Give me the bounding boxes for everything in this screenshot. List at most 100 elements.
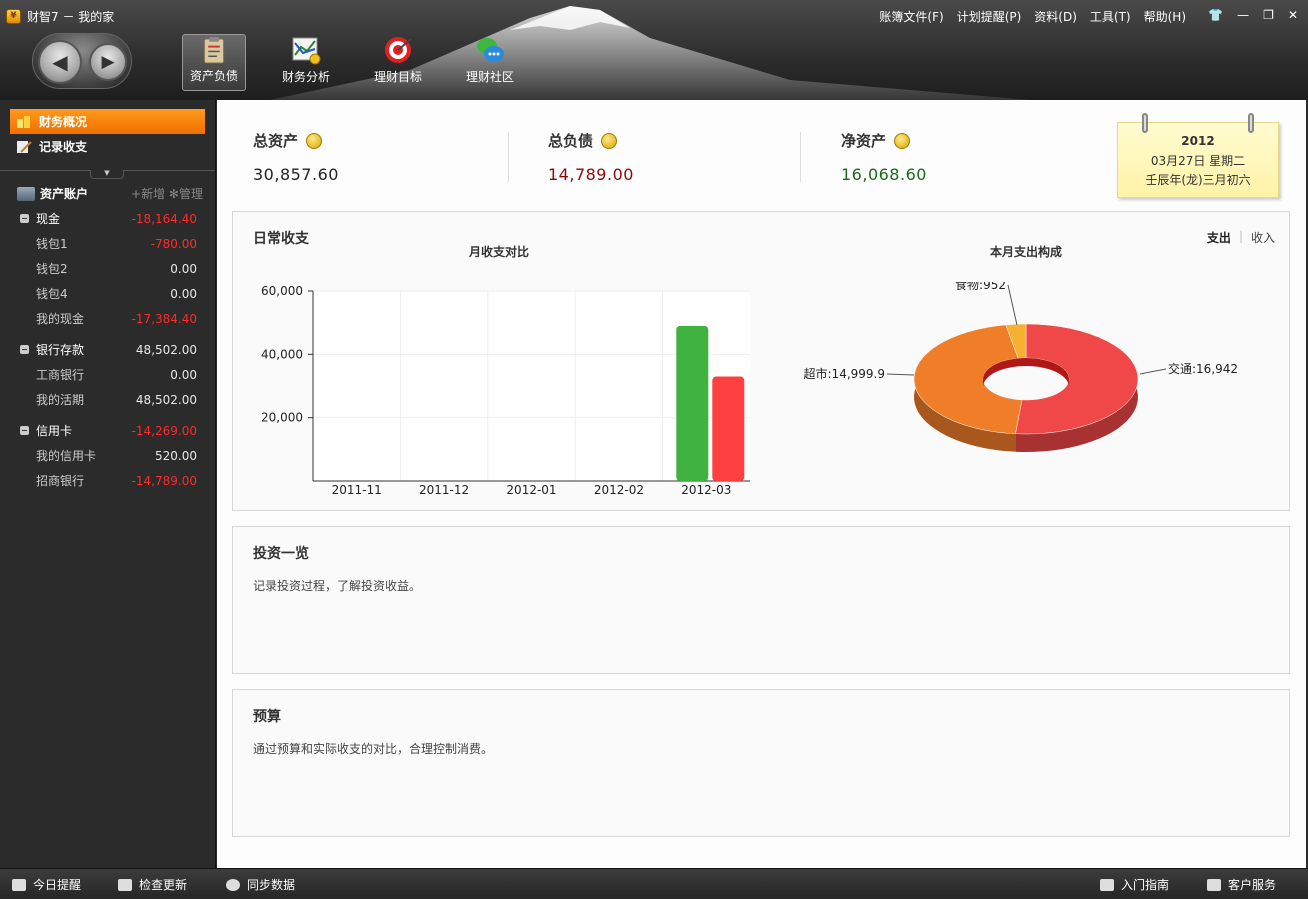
coins-icon bbox=[17, 115, 30, 128]
account-value: 0.00 bbox=[170, 261, 197, 276]
leader-line bbox=[1139, 368, 1167, 375]
status-label: 入门指南 bbox=[1121, 878, 1170, 892]
total-assets-value: 30,857.60 bbox=[253, 165, 339, 184]
net-assets: 净资产 16,068.60 bbox=[841, 130, 927, 184]
manage-accounts-button[interactable]: 管理 bbox=[179, 187, 203, 201]
net-assets-value: 16,068.60 bbox=[841, 165, 927, 184]
bar bbox=[676, 325, 709, 481]
bar bbox=[712, 376, 745, 481]
expense-income-tabs: 支出 | 收入 bbox=[1207, 229, 1275, 246]
nav-financial-overview[interactable]: 财务概况 bbox=[10, 109, 205, 134]
account-row[interactable]: 钱包2 0.00 bbox=[0, 256, 215, 281]
net-assets-label-row: 净资产 bbox=[841, 130, 927, 151]
tab-expense[interactable]: 支出 bbox=[1207, 229, 1231, 246]
status-label: 今日提醒 bbox=[33, 878, 82, 892]
window-controls: 👕 — ❐ ✕ bbox=[1208, 8, 1298, 22]
summary-bar: 总资产 30,857.60 总负债 14,789.00 净资产 16,068.6… bbox=[217, 100, 1306, 205]
skin-icon[interactable]: 👕 bbox=[1208, 8, 1223, 22]
account-group-row[interactable]: 银行存款 48,502.00 bbox=[0, 337, 215, 362]
collapse-toggle[interactable]: ▼ bbox=[90, 170, 124, 179]
account-group-credit: 信用卡 -14,269.00 我的信用卡 520.00 招商银行 -14,789.0… bbox=[0, 418, 215, 493]
history-nav: ◀ ▶ bbox=[32, 33, 132, 89]
app-logo-icon: ¥ bbox=[6, 8, 21, 24]
book-icon bbox=[1100, 878, 1114, 891]
tool-balance-sheet[interactable]: 资产负债 bbox=[182, 34, 246, 91]
sync-icon bbox=[226, 878, 240, 891]
minimize-icon[interactable]: — bbox=[1237, 8, 1249, 22]
sidebar: 财务概况 记录收支 ▼ 资产账户 +新增 ✻管理 现金 -18,164.40 钱… bbox=[0, 100, 216, 868]
account-actions: +新增 ✻管理 bbox=[131, 185, 203, 202]
restore-icon[interactable]: ❐ bbox=[1263, 8, 1274, 22]
close-icon[interactable]: ✕ bbox=[1288, 8, 1298, 22]
people-icon bbox=[1207, 878, 1221, 891]
account-row[interactable]: 我的信用卡 520.00 bbox=[0, 443, 215, 468]
today-reminder-button[interactable]: 今日提醒 bbox=[12, 876, 81, 893]
account-row[interactable]: 我的现金 -17,384.40 bbox=[0, 306, 215, 331]
account-row[interactable]: 工商银行 0.00 bbox=[0, 362, 215, 387]
leader-line bbox=[1007, 284, 1018, 326]
collapse-icon[interactable] bbox=[20, 214, 29, 223]
budget-title[interactable]: 预算 bbox=[253, 706, 281, 726]
calendar-lunar: 壬辰年(龙)三月初六 bbox=[1145, 173, 1251, 187]
x-tick-label: 2012-02 bbox=[594, 483, 644, 497]
account-group-row[interactable]: 信用卡 -14,269.00 bbox=[0, 418, 215, 443]
y-tick-label: 60,000 bbox=[261, 284, 303, 298]
account-name: 钱包2 bbox=[36, 262, 68, 276]
menu-help[interactable]: 帮助(H) bbox=[1144, 8, 1186, 25]
slice-label: 交通:16,942 bbox=[1168, 361, 1238, 376]
account-value: -17,384.40 bbox=[131, 311, 197, 326]
menu-file[interactable]: 账簿文件(F) bbox=[879, 8, 943, 25]
tool-label: 财务分析 bbox=[281, 70, 330, 84]
customer-service-button[interactable]: 客户服务 bbox=[1207, 876, 1276, 893]
check-update-button[interactable]: 检查更新 bbox=[118, 876, 187, 893]
x-tick-label: 2012-01 bbox=[506, 483, 556, 497]
status-label: 同步数据 bbox=[247, 878, 296, 892]
slice-label: 超市:14,999.9 bbox=[804, 366, 885, 381]
forward-button[interactable]: ▶ bbox=[89, 43, 127, 81]
tool-financial-analysis[interactable]: 财务分析 bbox=[260, 34, 352, 91]
menu-data[interactable]: 资料(D) bbox=[1034, 8, 1077, 25]
account-row[interactable]: 钱包1 -780.00 bbox=[0, 231, 215, 256]
account-value: 0.00 bbox=[170, 286, 197, 301]
window-icon bbox=[118, 878, 132, 891]
total-assets-label: 总资产 bbox=[253, 132, 299, 150]
collapse-icon[interactable] bbox=[20, 345, 29, 354]
group-value: -14,269.00 bbox=[131, 423, 197, 438]
total-assets: 总资产 30,857.60 bbox=[253, 130, 339, 184]
account-row[interactable]: 钱包4 0.00 bbox=[0, 281, 215, 306]
investment-title[interactable]: 投资一览 bbox=[253, 543, 309, 563]
coins-icon bbox=[306, 132, 323, 149]
beginner-guide-button[interactable]: 入门指南 bbox=[1100, 876, 1169, 893]
account-row[interactable]: 招商银行 -14,789.00 bbox=[0, 468, 215, 493]
chart-icon bbox=[292, 37, 321, 65]
total-liabilities: 总负债 14,789.00 bbox=[548, 130, 634, 184]
group-value: -18,164.40 bbox=[131, 211, 197, 226]
bar-chart-title: 月收支对比 bbox=[469, 245, 530, 259]
account-group-row[interactable]: 现金 -18,164.40 bbox=[0, 206, 215, 231]
collapse-icon[interactable] bbox=[20, 426, 29, 435]
menu-plan[interactable]: 计划提醒(P) bbox=[957, 8, 1022, 25]
tool-community[interactable]: 理财社区 bbox=[444, 34, 536, 91]
account-name: 我的活期 bbox=[36, 393, 85, 407]
account-row[interactable]: 我的活期 48,502.00 bbox=[0, 387, 215, 412]
add-account-button[interactable]: +新增 bbox=[131, 187, 165, 201]
account-name: 工商银行 bbox=[36, 368, 85, 382]
tool-label: 理财社区 bbox=[465, 70, 514, 84]
x-tick-label: 2012-03 bbox=[681, 483, 731, 497]
monthly-bar-chart: 20,000 40,000 60,000 2011-11 2011-12 2012-01 2… bbox=[261, 284, 750, 497]
nav-record-transactions[interactable]: 记录收支 bbox=[10, 134, 205, 159]
tab-income[interactable]: 收入 bbox=[1251, 229, 1275, 246]
menu-tools[interactable]: 工具(T) bbox=[1090, 8, 1131, 25]
sync-data-button[interactable]: 同步数据 bbox=[226, 876, 295, 893]
account-name: 招商银行 bbox=[36, 474, 85, 488]
main-toolbar: 资产负债 财务分析 理财目标 理财社区 bbox=[182, 34, 536, 91]
account-group-bank: 银行存款 48,502.00 工商银行 0.00 我的活期 48,502.00 bbox=[0, 337, 215, 412]
chat-bubbles-icon bbox=[477, 38, 504, 62]
account-name: 我的现金 bbox=[36, 312, 85, 326]
total-assets-label-row: 总资产 bbox=[253, 130, 339, 151]
accounts-title: 资产账户 bbox=[40, 187, 89, 201]
tool-financial-goal[interactable]: 理财目标 bbox=[352, 34, 444, 91]
status-label: 检查更新 bbox=[139, 878, 188, 892]
back-button[interactable]: ◀ bbox=[38, 40, 82, 84]
accounts-header: 资产账户 +新增 ✻管理 bbox=[0, 181, 215, 206]
